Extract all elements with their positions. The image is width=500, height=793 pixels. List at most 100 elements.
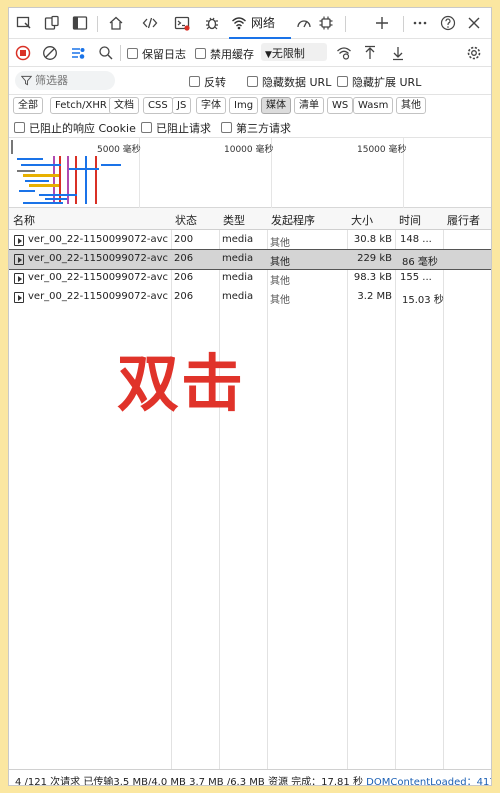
- devtools-tab-bar: 网络: [9, 8, 491, 39]
- request-status: 200: [174, 234, 194, 245]
- request-name: ver_00_22-1150099072-avc-...: [28, 272, 168, 283]
- request-size: 98.3 kB: [353, 272, 392, 283]
- request-type: media: [222, 291, 254, 302]
- type-filter-font[interactable]: 字体: [196, 97, 226, 114]
- third-party-checkbox[interactable]: [221, 122, 232, 133]
- timeline-overview[interactable]: 5000 毫秒 10000 毫秒 15000 毫秒: [9, 138, 491, 208]
- blocked-requests-label: 已阻止请求: [156, 122, 211, 135]
- hide-extension-urls-label: 隐藏扩展 URL: [352, 76, 422, 89]
- media-file-icon: [14, 254, 24, 265]
- hide-data-urls-checkbox[interactable]: [247, 76, 258, 87]
- elements-code-icon[interactable]: [141, 14, 159, 32]
- tab-network-label: 网络: [251, 16, 276, 30]
- invert-checkbox[interactable]: [189, 76, 200, 87]
- blocked-cookies-checkbox[interactable]: [14, 122, 25, 133]
- table-header: 名称 状态 类型 发起程序 大小 时间 履行者: [9, 208, 491, 230]
- performance-gauge-icon[interactable]: [295, 14, 313, 32]
- tab-network[interactable]: 网络: [229, 8, 291, 39]
- blocked-cookies-label: 已阻止的响应 Cookie: [29, 122, 136, 135]
- filter-box: [15, 71, 115, 90]
- table-row[interactable]: ver_00_22-1150099072-avc-... 206 media 其…: [9, 288, 491, 307]
- type-filter-all[interactable]: 全部: [13, 97, 43, 114]
- network-conditions-icon[interactable]: [335, 44, 353, 62]
- column-header-initiator[interactable]: 发起程序: [271, 212, 315, 228]
- type-filter-img[interactable]: Img: [229, 97, 259, 114]
- type-filter-media[interactable]: 媒体: [261, 97, 291, 114]
- request-type: media: [222, 272, 254, 283]
- record-stop-icon[interactable]: [14, 44, 32, 62]
- hide-data-urls-label: 隐藏数据 URL: [262, 76, 332, 89]
- column-header-name[interactable]: 名称: [13, 212, 35, 228]
- request-type: media: [222, 234, 254, 245]
- type-filter-ws[interactable]: WS: [327, 97, 354, 114]
- request-type: media: [222, 253, 254, 264]
- network-toolbar: 保留日志 禁用缓存 ▼无限制: [9, 39, 491, 67]
- hide-extension-urls-checkbox[interactable]: [337, 76, 348, 87]
- request-size: 30.8 kB: [353, 234, 392, 245]
- console-icon[interactable]: [173, 14, 191, 32]
- request-name: ver_00_22-1150099072-avc-...: [28, 253, 168, 264]
- transferred-size: 已传输3.5 MB/4.0 MB: [83, 777, 186, 786]
- chevron-down-icon: ▼: [265, 50, 272, 60]
- funnel-icon: [21, 75, 32, 86]
- device-toolbar-icon[interactable]: [43, 14, 61, 32]
- dock-side-icon[interactable]: [71, 14, 89, 32]
- preserve-log-label: 保留日志: [142, 48, 186, 61]
- request-time: 155 ...: [400, 272, 432, 283]
- close-icon[interactable]: [465, 14, 483, 32]
- third-party-label: 第三方请求: [236, 122, 291, 135]
- blocked-requests-checkbox[interactable]: [141, 122, 152, 133]
- type-filter-doc[interactable]: 文档: [109, 97, 139, 114]
- table-row[interactable]: ver_00_22-1150099072-avc-... 200 media 其…: [9, 231, 491, 250]
- request-status: 206: [174, 291, 194, 302]
- filter-settings-icon[interactable]: [69, 44, 87, 62]
- search-icon[interactable]: [97, 44, 115, 62]
- help-icon[interactable]: [439, 14, 457, 32]
- filter-input[interactable]: [35, 73, 111, 88]
- media-file-icon: [14, 273, 24, 284]
- inspect-element-icon[interactable]: [15, 14, 33, 32]
- tick-label: 15000 毫秒: [357, 145, 407, 155]
- requests-table: 名称 状态 类型 发起程序 大小 时间 履行者 ver_00_22-115009…: [9, 208, 491, 769]
- add-tool-plus-icon[interactable]: [373, 14, 391, 32]
- filter-bar: 反转 隐藏数据 URL 隐藏扩展 URL: [9, 67, 491, 95]
- type-filter-css[interactable]: CSS: [143, 97, 173, 114]
- column-header-waterfall[interactable]: 履行者: [447, 212, 480, 228]
- clear-icon[interactable]: [41, 44, 59, 62]
- throttle-select[interactable]: ▼无限制: [261, 43, 327, 61]
- welcome-home-icon[interactable]: [107, 14, 125, 32]
- devtools-window: 网络 保留日志 禁用缓存 ▼无限制 筛选器 反转 隐藏数据 URL 隐藏扩展 U…: [8, 7, 492, 786]
- column-header-type[interactable]: 类型: [223, 212, 245, 228]
- type-filter-wasm[interactable]: Wasm: [353, 97, 394, 114]
- request-initiator: 其他: [270, 276, 290, 287]
- more-options-icon[interactable]: [411, 14, 429, 32]
- disable-cache-checkbox[interactable]: [195, 48, 206, 59]
- request-initiator: 其他: [270, 257, 290, 268]
- overview-waterfall-graphic: [11, 140, 121, 204]
- request-name: ver_00_22-1150099072-avc-...: [28, 291, 168, 302]
- type-filter-fetch-xhr[interactable]: Fetch/XHR: [50, 97, 112, 114]
- column-header-time[interactable]: 时间: [399, 212, 421, 228]
- table-row[interactable]: ver_00_22-1150099072-avc-... 206 media 其…: [9, 249, 491, 270]
- preserve-log-checkbox[interactable]: [127, 48, 138, 59]
- type-filter-manifest[interactable]: 清单: [294, 97, 324, 114]
- column-header-status[interactable]: 状态: [175, 212, 197, 228]
- debugger-bug-icon[interactable]: [203, 14, 221, 32]
- status-bar: 4 /121 次请求 已传输3.5 MB/4.0 MB 3.7 MB /6.3 …: [9, 769, 491, 786]
- blocked-filters: 已阻止的响应 Cookie 已阻止请求 第三方请求: [9, 117, 491, 138]
- memory-chip-icon[interactable]: [317, 14, 335, 32]
- table-row[interactable]: ver_00_22-1150099072-avc-... 206 media 其…: [9, 269, 491, 288]
- type-filter-other[interactable]: 其他: [396, 97, 426, 114]
- request-name: ver_00_22-1150099072-avc-...: [28, 234, 168, 245]
- column-header-size[interactable]: 大小: [351, 212, 373, 228]
- media-file-icon: [14, 292, 24, 303]
- export-download-icon[interactable]: [389, 44, 407, 62]
- import-upload-icon[interactable]: [361, 44, 379, 62]
- wifi-icon: [232, 16, 246, 29]
- type-filter-js[interactable]: JS: [172, 97, 192, 114]
- request-initiator: 其他: [270, 295, 290, 306]
- tick-label: 10000 毫秒: [224, 145, 274, 155]
- media-file-icon: [14, 235, 24, 246]
- request-time: 86 毫秒: [402, 257, 438, 268]
- settings-gear-icon[interactable]: [465, 44, 483, 62]
